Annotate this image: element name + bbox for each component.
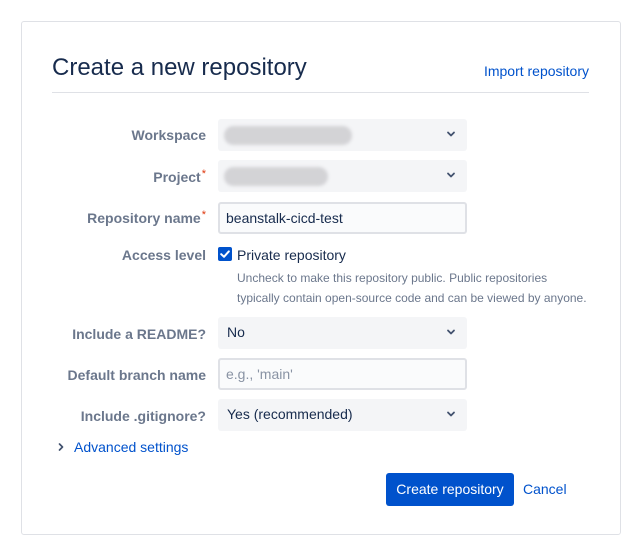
project-label: Project* bbox=[153, 168, 206, 186]
default-branch-label: Default branch name bbox=[68, 366, 206, 384]
gitignore-selected-value: Yes (recommended) bbox=[227, 406, 353, 422]
required-marker: * bbox=[201, 209, 206, 221]
project-label-text: Project bbox=[153, 169, 201, 185]
chevron-down-icon bbox=[447, 329, 455, 335]
readme-label: Include a README? bbox=[72, 325, 206, 343]
readme-selected-value: No bbox=[227, 324, 245, 340]
create-repository-card: Create a new repository Import repositor… bbox=[21, 21, 621, 535]
cancel-button[interactable]: Cancel bbox=[523, 473, 567, 506]
access-level-helper-text: Uncheck to make this repository public. … bbox=[237, 268, 597, 308]
repository-name-label: Repository name* bbox=[87, 209, 206, 227]
private-repository-label[interactable]: Private repository bbox=[237, 246, 346, 264]
access-level-label-text: Access level bbox=[121, 247, 206, 263]
advanced-settings-label: Advanced settings bbox=[74, 439, 189, 455]
project-obscured-value bbox=[224, 167, 328, 186]
chevron-down-icon bbox=[447, 131, 455, 137]
advanced-settings-toggle[interactable]: Advanced settings bbox=[56, 438, 188, 456]
workspace-label-text: Workspace bbox=[131, 127, 206, 143]
chevron-down-icon bbox=[447, 411, 455, 417]
gitignore-label-text: Include .gitignore? bbox=[80, 408, 206, 424]
gitignore-select[interactable]: Yes (recommended) bbox=[218, 399, 467, 431]
default-branch-label-text: Default branch name bbox=[67, 367, 206, 383]
readme-select[interactable]: No bbox=[218, 317, 467, 349]
access-level-label: Access level bbox=[122, 246, 206, 264]
default-branch-input[interactable] bbox=[220, 360, 465, 388]
repository-name-field[interactable] bbox=[218, 202, 467, 234]
repository-name-label-text: Repository name bbox=[87, 210, 201, 226]
default-branch-field[interactable] bbox=[218, 358, 467, 390]
gitignore-label: Include .gitignore? bbox=[81, 407, 206, 425]
chevron-right-icon bbox=[58, 443, 64, 451]
private-repository-checkbox[interactable] bbox=[218, 247, 232, 261]
create-repository-button[interactable]: Create repository bbox=[386, 473, 514, 506]
required-marker: * bbox=[201, 168, 206, 180]
workspace-select[interactable] bbox=[218, 119, 467, 151]
project-select[interactable] bbox=[218, 160, 467, 192]
page-title: Create a new repository bbox=[52, 54, 307, 81]
workspace-obscured-value bbox=[224, 126, 352, 145]
header-divider bbox=[52, 92, 589, 93]
helper-line-2: typically contain open-source code and c… bbox=[237, 291, 587, 305]
repository-name-input[interactable] bbox=[220, 204, 465, 232]
workspace-label: Workspace bbox=[132, 126, 206, 144]
import-repository-link[interactable]: Import repository bbox=[484, 63, 589, 79]
chevron-down-icon bbox=[447, 172, 455, 178]
helper-line-1: Uncheck to make this repository public. … bbox=[237, 271, 548, 285]
readme-label-text: Include a README? bbox=[72, 326, 206, 342]
checkmark-icon bbox=[220, 250, 230, 258]
